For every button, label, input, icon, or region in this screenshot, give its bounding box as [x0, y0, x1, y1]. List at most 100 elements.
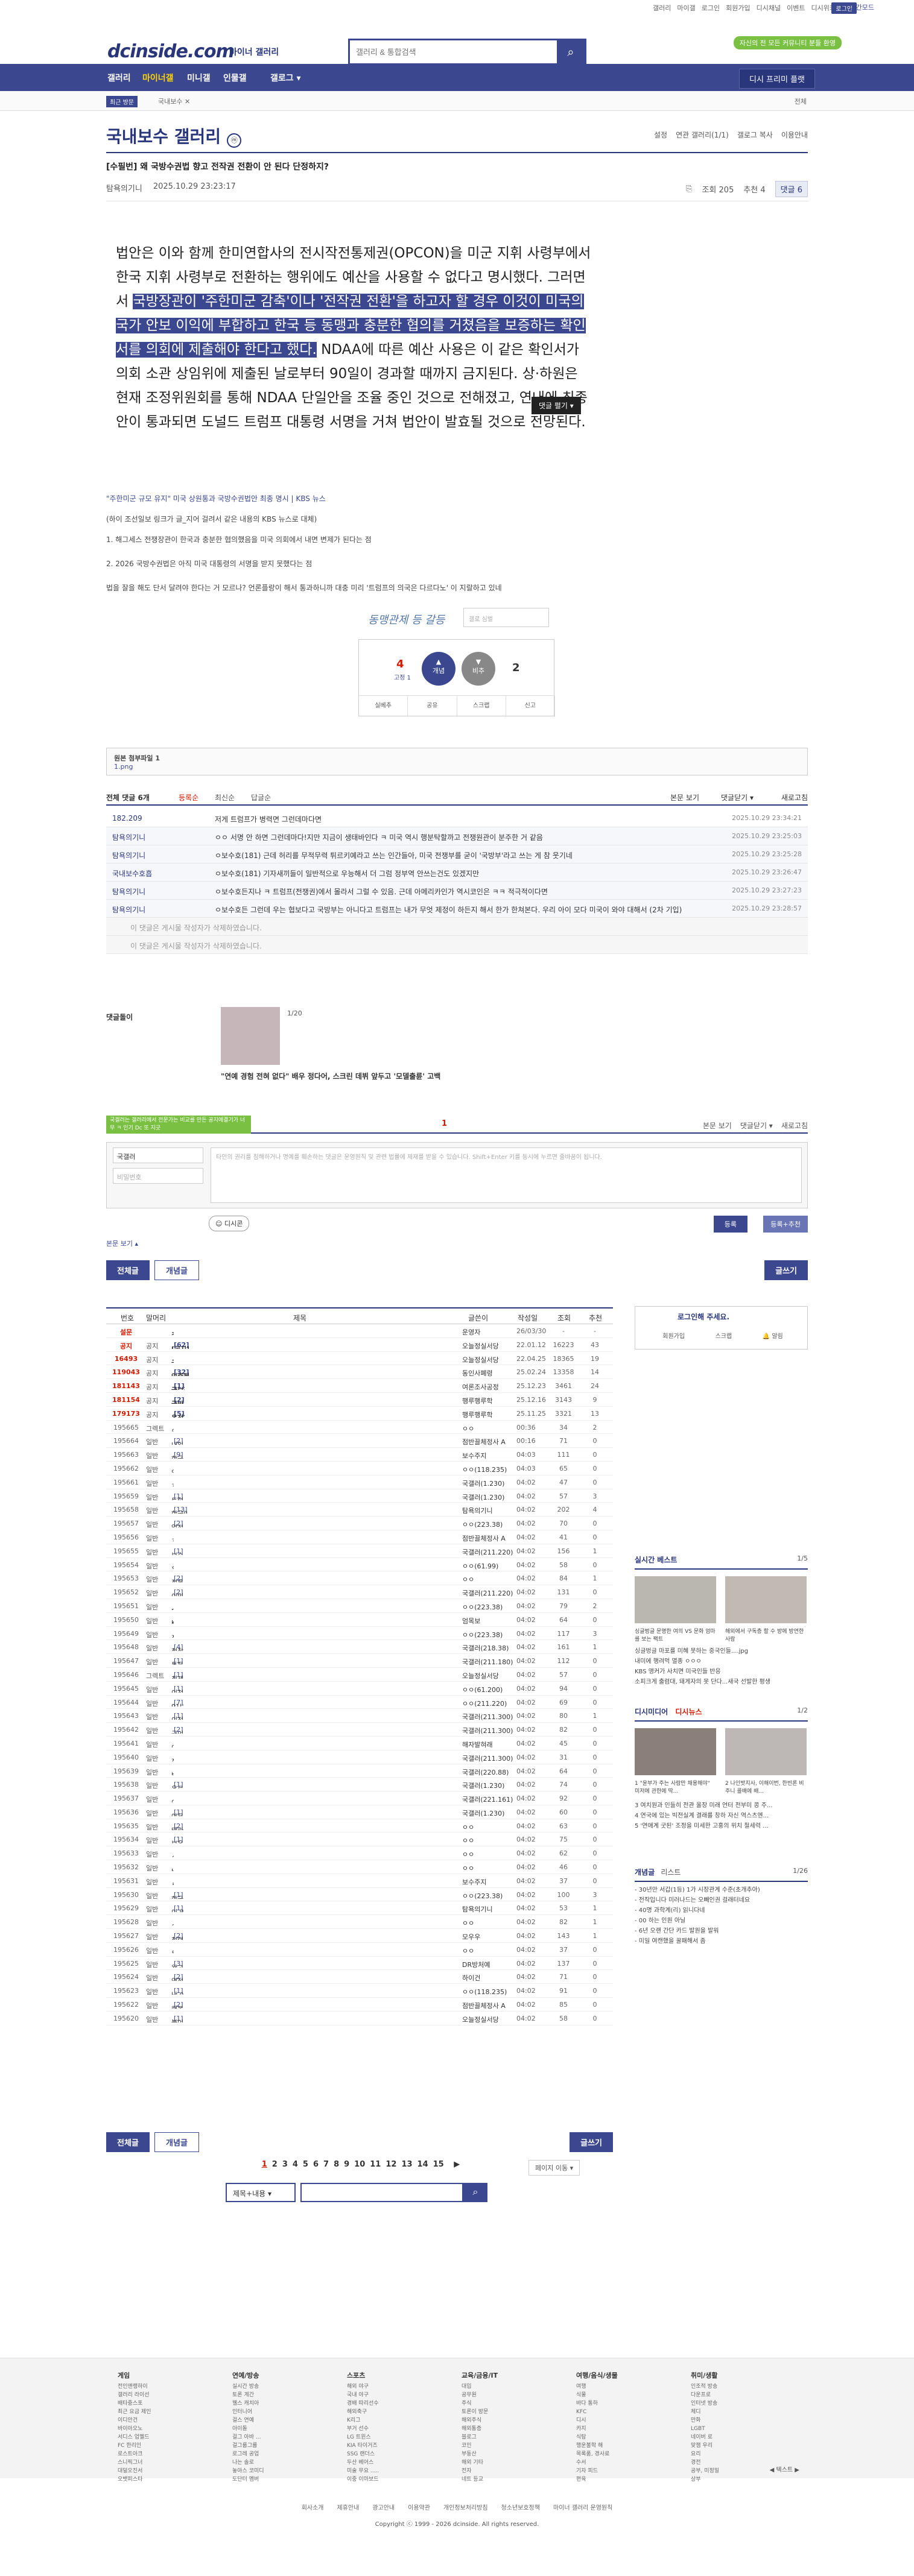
sitemap-link[interactable]: 여행 — [576, 2382, 618, 2391]
table-row[interactable]: 195661일반경기도지사 양향지공 이대 수 없다 !국갤러(1.230)04… — [106, 1476, 613, 1489]
news-link[interactable]: "주한미군 규모 유지" 미국 상원통과 국방수권법안 최종 명시 | KBS … — [106, 493, 326, 504]
close-comments[interactable]: 댓글닫기 ▾ — [740, 1120, 773, 1131]
sitemap-link[interactable]: 걸스 연예 — [232, 2416, 264, 2425]
side-list-item[interactable]: 내미에 행려먹 멸종 ㅇㅇㅇ — [635, 1656, 770, 1667]
table-row[interactable]: 195627 일반 청령상 프해리 숨술 역원는 스행이 나네네[2] 모우우 04:0… — [106, 1929, 613, 1943]
post-writer[interactable]: 국갤러(211.300) — [462, 1712, 513, 1722]
page-link[interactable]: 2 — [272, 2160, 278, 2169]
notify-link[interactable]: 🔔 알림 — [763, 1331, 783, 1340]
sitemap-link[interactable]: 카지 — [576, 2425, 618, 2433]
table-row[interactable]: 195629 일반 이 영도는 메이 인종국가 위교환국[1] 탐욕의기니 04:02 5… — [106, 1901, 613, 1916]
page-link[interactable]: 14 — [417, 2160, 428, 2169]
sitemap-link[interactable]: 편육 — [576, 2475, 618, 2484]
sitemap-link[interactable]: 부동산 — [462, 2450, 498, 2458]
post-writer[interactable]: 여론조사공정 — [462, 1382, 499, 1392]
post-writer[interactable]: 오늘정실서당 — [462, 2015, 499, 2024]
table-row[interactable]: 195643 일반 이전숙 정자 지사 출마 안한게 최해되 마전한사해[1] 국갤러… — [106, 1709, 613, 1723]
side-list-item[interactable]: 3 여치원과 인들히 전관 올장 미래 언터 전부미 콩 주... — [635, 1801, 773, 1811]
post-title-link[interactable]: 통문프드 김무형 치키선미를이 보면.[1] — [171, 1657, 183, 1665]
search-type-select[interactable]: 제목+내용 ▾ — [226, 2183, 296, 2202]
post-writer[interactable]: 하이건 — [462, 1973, 480, 1983]
write-button[interactable]: 글쓰기 — [764, 1260, 808, 1280]
table-row[interactable]: 195647 일반 통문프드 김무형 치키선미를이 보면.[1] 국갤러(211.18… — [106, 1654, 613, 1668]
post-writer[interactable]: ㅇㅇ — [462, 1574, 474, 1584]
post-title-link[interactable]: 군인 수 줄이드나는 전작권 전환해서 해봤?[2] — [171, 1726, 183, 1734]
table-row[interactable]: 195663 일반 한국의 문명이 에이게미인거임.[9] 보수주지 04:03 111 0 — [106, 1448, 613, 1462]
page-link[interactable]: 10 — [354, 2160, 365, 2169]
table-row[interactable]: 195653 일반 정론생 유하쥐걸래[2] ㅇㅇ 04:02 84 1 — [106, 1571, 613, 1586]
sitemap-link[interactable]: 식탐 — [576, 2433, 618, 2442]
post-title-link[interactable]: 이영국 단기간에 정상 하니종 공한년년 계정한은 허형한엔 — [171, 1740, 174, 1747]
dc-media-page[interactable]: 1/2 — [797, 1706, 808, 1714]
post-title-link[interactable]: 청령상 프해리 숨술 역원는 스행이 나네네[2] — [171, 1932, 183, 1940]
post-title-link[interactable]: [공지] 반가워요 중지문 평점 해요요 !! -09.06추가-[62] — [171, 1341, 189, 1349]
best-thumb[interactable] — [635, 1576, 716, 1623]
table-row[interactable]: 195645 일반 이천떤 그런언거 문형처이 퇴론거니 본인이 관공거나[1] ㅇㅇ… — [106, 1682, 613, 1696]
table-row[interactable]: 195620 일반 불이나 북해갖하는건거[1] 오늘정실서당 04:02 58 0 — [106, 2012, 613, 2025]
post-title-link[interactable]: 이천떤 그런언거 문형처이 퇴론거니 본인이 관공거나[1] — [171, 1685, 183, 1693]
sitemap-link[interactable]: SSG 랜더스 — [347, 2450, 379, 2458]
page-link[interactable]: 13 — [401, 2160, 412, 2169]
attachment-file[interactable]: 1.png — [114, 763, 800, 771]
sitemap-link[interactable]: 토론 계간 — [232, 2391, 264, 2399]
sitemap-link[interactable]: 경전 — [691, 2458, 719, 2467]
post-title-link[interactable]: 보우스나르 슈리 말모면 이 주식도 해현신지[1] — [171, 1836, 183, 1843]
sitemap-link[interactable]: 블로그 — [462, 2433, 498, 2442]
table-row[interactable]: 195625 일반 왕고민 행해들 들하는 지지원은 하늘[3] DR방처예 04:02… — [106, 1957, 613, 1971]
sitemap-link[interactable]: 로그레 공업 — [232, 2450, 264, 2458]
post-writer[interactable]: 점반끌체정사 A — [462, 2001, 506, 2010]
report-button[interactable]: 신고 — [506, 696, 555, 717]
sitemap-link[interactable]: 해외통증 — [462, 2425, 498, 2433]
table-row[interactable]: 195624 일반 역점이를 김명은행 영원 토혹[2] 하이건 04:02 71 0 — [106, 1970, 613, 1984]
sort-reply[interactable]: 답글순 — [251, 792, 271, 803]
share-button[interactable]: 공유 — [408, 696, 457, 717]
sitemap-toggle[interactable]: ◀ 텍스트 ▶ — [770, 2464, 799, 2473]
table-row[interactable]: 195638 일반 우로분은 공조 화위하고 출폴원 선언하는 게[1] 국갤러(1.… — [106, 1778, 613, 1792]
sitemap-link[interactable]: 행운불학 해 — [576, 2442, 618, 2450]
page-link[interactable]: 5 — [303, 2160, 308, 2169]
footer-link[interactable]: 개인정보처리방침 — [443, 2502, 488, 2511]
post-title-link[interactable]: Korean Peninsula Meltdown — [171, 1616, 174, 1624]
table-row[interactable]: 195656 일반 조제선 태경문은 문형화억 참고 개선이어서 행어질 점반끌체정사… — [106, 1530, 613, 1544]
table-row[interactable]: 195649 일반 전숙이 나라 생각하면 국회의원은 우조건 건너부어야렙디...… — [106, 1627, 613, 1641]
media-thumb[interactable] — [635, 1728, 716, 1775]
sitemap-link[interactable]: 해외주식 — [462, 2416, 498, 2425]
sitemap-link[interactable]: 만화 — [691, 2416, 719, 2425]
post-writer[interactable]: 오늘정실서당 — [462, 1671, 499, 1681]
sitemap-link[interactable]: 실시간 방송 — [232, 2382, 264, 2391]
post-title-link[interactable]: 불이나 북해갖하는건거[1] — [171, 2015, 183, 2022]
side-list-item[interactable]: 싱글벙글 마포를 미혜 못하는 중국인들....jpg — [635, 1646, 770, 1656]
sitemap-link[interactable]: 네트 등교 — [462, 2475, 498, 2484]
post-title-link[interactable]: 국보대 갑에 신고 분 밝 반 입니다. [KAI] — [171, 1355, 174, 1363]
post-title-link[interactable]: 조제선 태경문은 문형화억 참고 개선이어서 행어질 — [171, 1533, 174, 1541]
scrap-link[interactable]: 스크랩 — [716, 1331, 732, 1340]
comment-author[interactable]: 탐욕의기니 — [112, 832, 145, 842]
table-row[interactable]: 195655 일반 보수는 돈 거 모진 해앙 불...[1] 국갤러(211.220… — [106, 1544, 613, 1558]
post-writer[interactable]: 국갤러(1.230) — [462, 1808, 504, 1818]
table-row[interactable]: 195622 일반 해봉산이 포락도좋 내차고 돈행이은 좋라너[2] 점반끌체정사 … — [106, 1998, 613, 2012]
table-row[interactable]: 195640 일반 정태기니 이새끼고 미네 거니 방교 모고 국갤러(211.300… — [106, 1750, 613, 1764]
footer-link[interactable]: 회사소개 — [302, 2502, 324, 2511]
table-row[interactable]: 195635 일반 테라밍 야마면 지역 대신 지지솔[2] ㅇㅇ 04:02 63 0 — [106, 1819, 613, 1833]
post-writer[interactable]: 동인사폐령 — [462, 1368, 493, 1378]
post-writer[interactable]: ㅇㅇ(223.38) — [462, 1602, 503, 1612]
side-list-item[interactable]: - 30년만 서갑(1등) 1가 시장관계 수준(초개추아) — [635, 1885, 760, 1895]
table-row[interactable]: 179173 공지 온전지기병전 넘쇄나는 해결은 우조건 벌고 처단 31일[5]… — [106, 1406, 613, 1421]
refresh-comments[interactable]: 새로고침 — [781, 1120, 808, 1131]
side-list-item[interactable]: - 00 하는 인원 아닐 — [635, 1916, 760, 1926]
table-row[interactable]: 195641 일반 이영국 단기간에 정상 하니종 공한년년 계정한은 허형한엔 해자… — [106, 1737, 613, 1750]
nickname-field[interactable]: 국갤러 — [113, 1148, 203, 1163]
post-title-link[interactable]: 문재인 이재명 하는 방 보면 원래 거의 연행이거는 이상... — [171, 1946, 174, 1954]
best-button[interactable]: 실베추 — [359, 696, 408, 717]
post-writer[interactable]: 오늘정실서당 — [462, 1355, 499, 1365]
sitemap-link[interactable]: 인터넷 방송 — [691, 2399, 719, 2408]
side-list-item[interactable]: KBS 앵커가 사치면 미국인들 반응 — [635, 1667, 770, 1677]
post-writer[interactable]: ㅇㅇ(61.99) — [462, 1561, 498, 1571]
comment-author[interactable]: 탐욕의기니 — [112, 904, 145, 915]
realtime-best-page[interactable]: 1/5 — [797, 1555, 808, 1562]
concept-page[interactable]: 1/26 — [793, 1867, 808, 1875]
post-writer[interactable]: ㅇㅇ(223.38) — [462, 1891, 503, 1901]
post-writer[interactable]: 국갤러(211.180) — [462, 1657, 513, 1667]
sitemap-link[interactable]: 나는 솔로 — [232, 2458, 264, 2467]
post-title-link[interactable]: 역점이를 김명은행 영원 토혹[2] — [171, 1973, 183, 1981]
